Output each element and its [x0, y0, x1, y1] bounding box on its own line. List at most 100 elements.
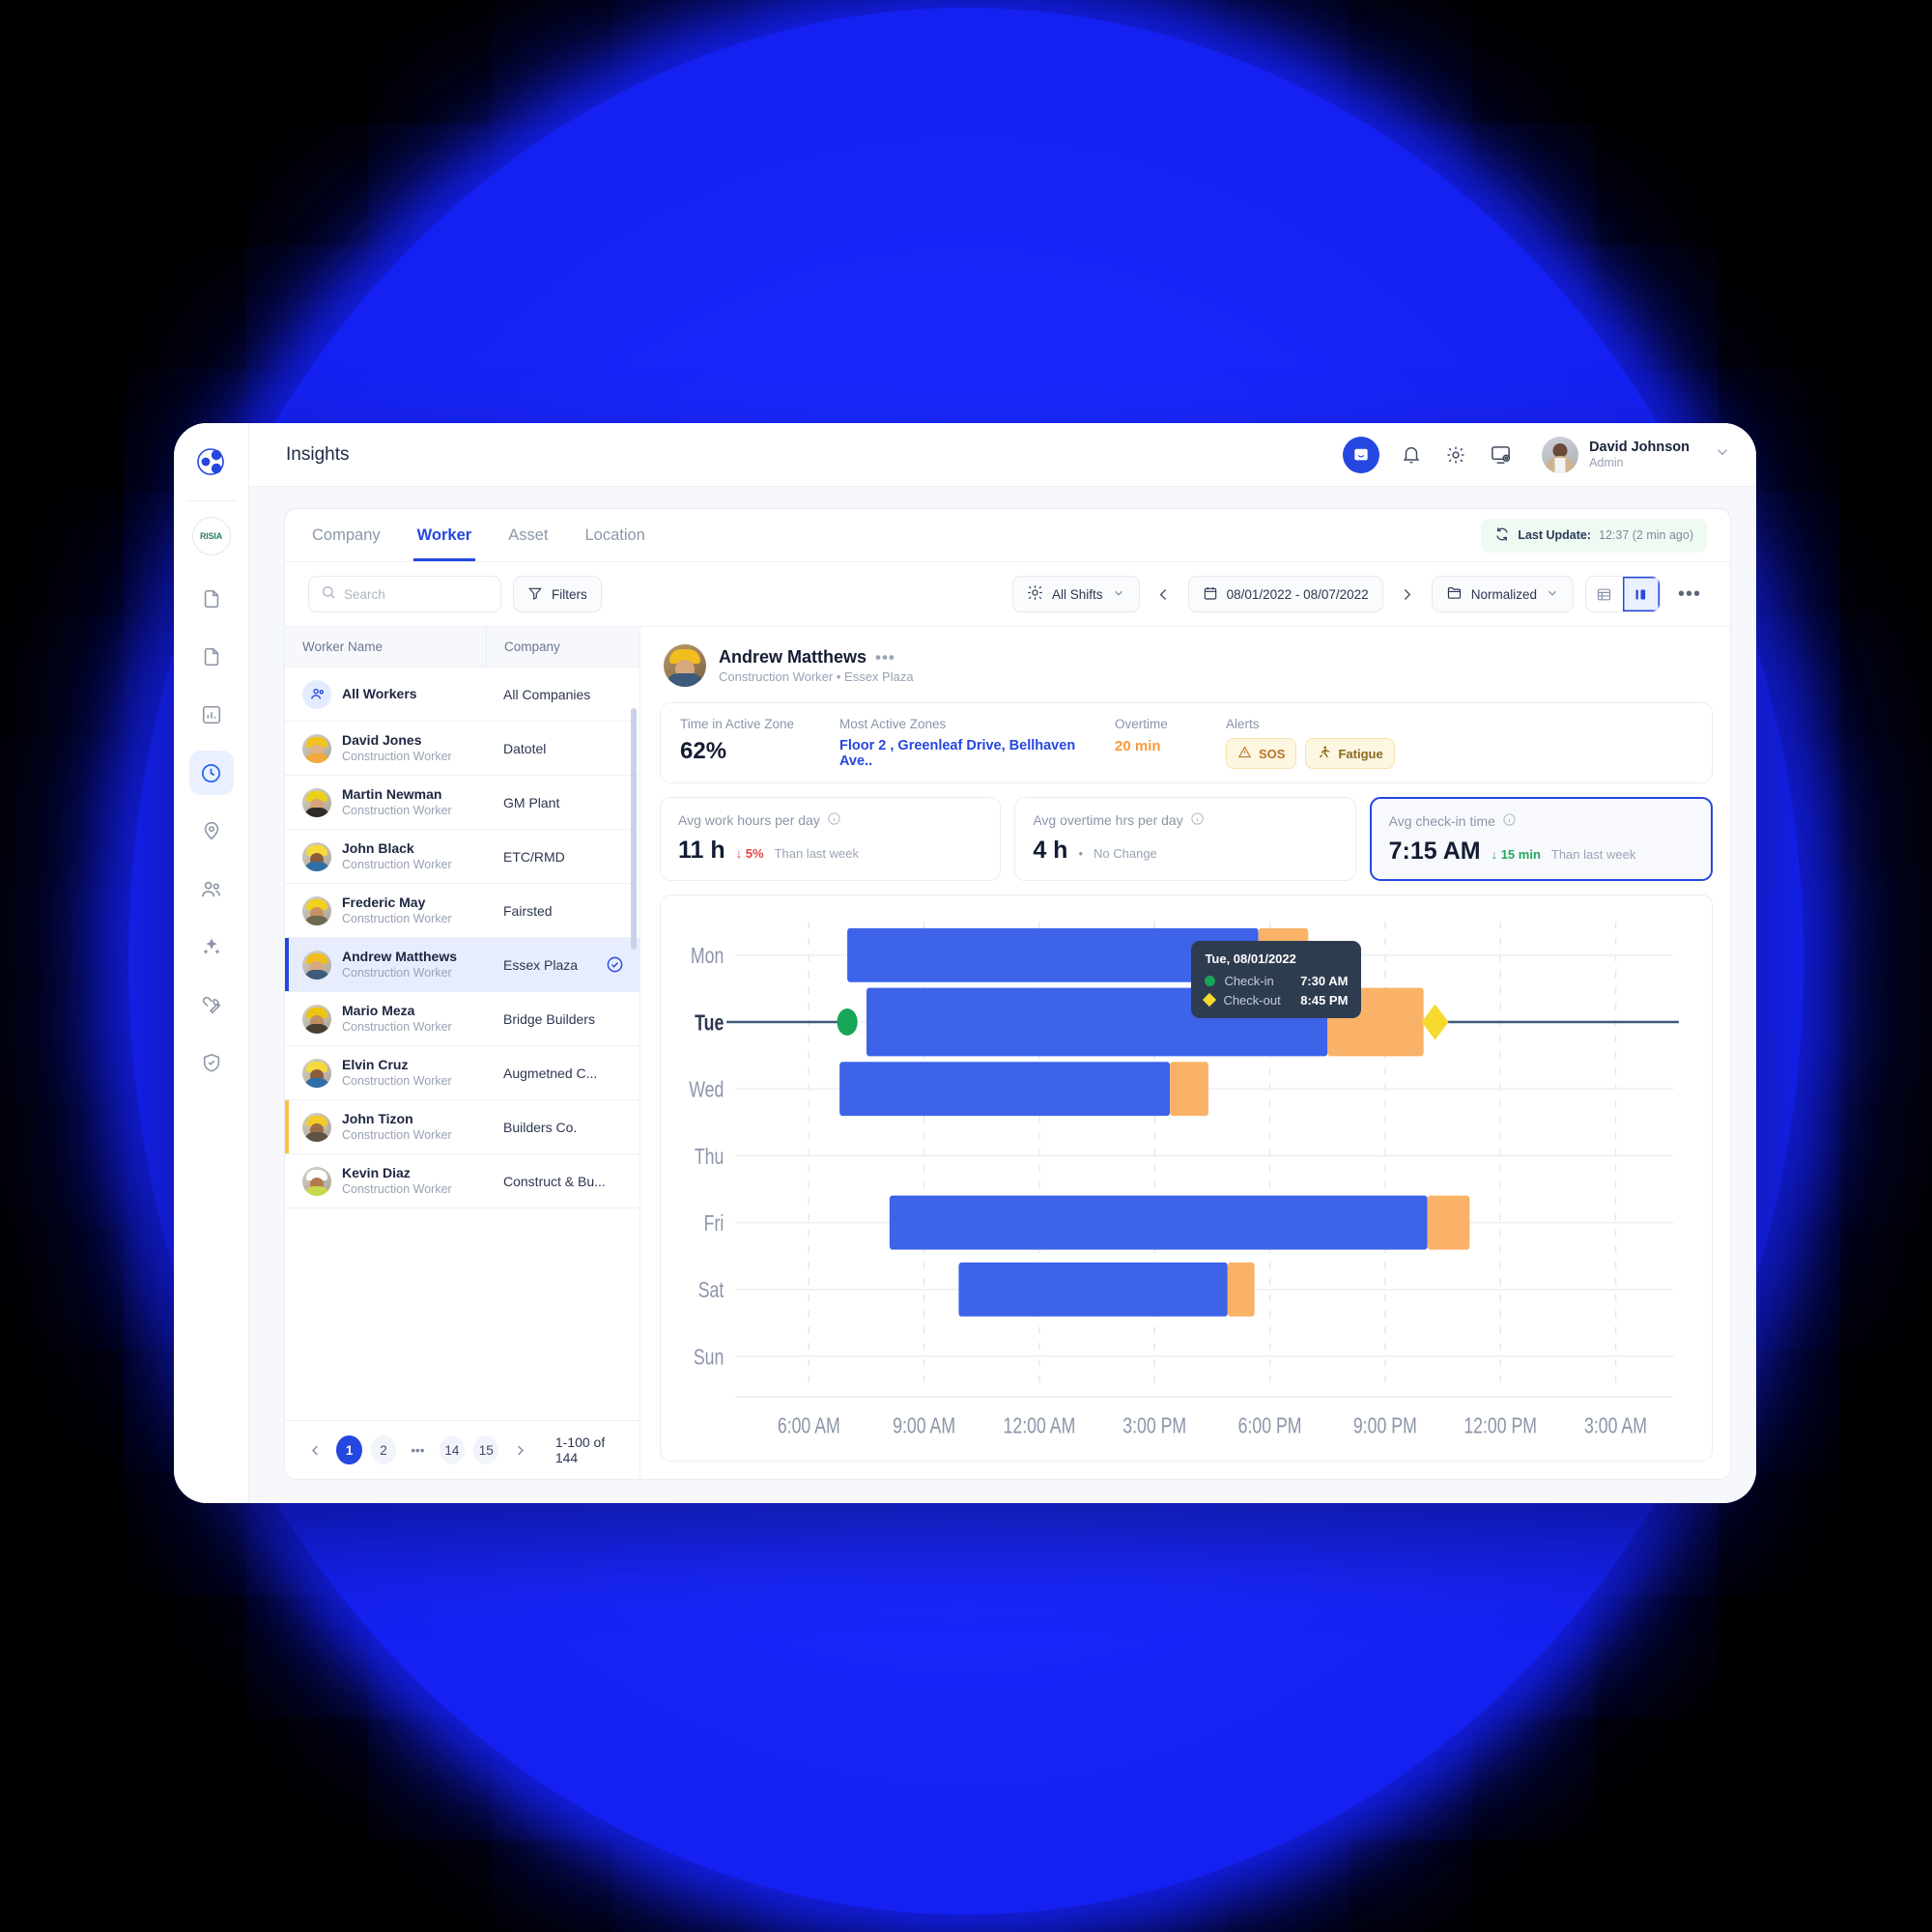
- insights-card: Company Worker Asset Location Last Updat…: [284, 508, 1731, 1480]
- shift-selector[interactable]: All Shifts: [1012, 576, 1140, 612]
- running-person-icon: [1317, 745, 1331, 762]
- column-view-icon[interactable]: [1622, 577, 1660, 611]
- info-icon[interactable]: [1502, 812, 1517, 830]
- stat-label: Overtime: [1115, 717, 1168, 731]
- list-item[interactable]: John Tizon Construction Worker Builders …: [285, 1100, 639, 1154]
- info-icon[interactable]: [827, 811, 841, 829]
- svg-text:6:00 AM: 6:00 AM: [778, 1413, 840, 1438]
- sidebar-item-safety[interactable]: [189, 1040, 234, 1085]
- check-circle-icon[interactable]: [606, 955, 624, 974]
- column-header-company[interactable]: Company: [486, 627, 639, 667]
- chart-tooltip: Tue, 08/01/2022 Check-in 7:30 AM Check-o…: [1191, 940, 1362, 1018]
- chevron-down-icon[interactable]: [1714, 443, 1731, 466]
- svg-text:Wed: Wed: [689, 1077, 724, 1102]
- detail-header: Andrew Matthews ••• Construction Worker …: [660, 642, 1713, 689]
- molecule-logo-icon[interactable]: [190, 440, 233, 483]
- pagination-page-2[interactable]: 2: [370, 1435, 397, 1464]
- sidebar-rail: RISIA: [174, 423, 249, 1503]
- view-mode-selector[interactable]: Normalized: [1431, 576, 1574, 612]
- list-item-selected[interactable]: Andrew Matthews Construction Worker Esse…: [285, 938, 639, 992]
- worker-role: Construction Worker: [342, 966, 452, 980]
- next-period-button[interactable]: [1395, 586, 1420, 603]
- user-menu[interactable]: David Johnson Admin: [1542, 436, 1731, 473]
- list-item[interactable]: Mario Meza Construction Worker Bridge Bu…: [285, 992, 639, 1046]
- view-toggle-group: [1584, 576, 1661, 612]
- content-split: Worker Name Company All Workers All Comp…: [285, 626, 1730, 1479]
- sidebar-item-locations[interactable]: [189, 809, 234, 853]
- filters-button[interactable]: Filters: [513, 576, 602, 612]
- column-header-worker-name[interactable]: Worker Name: [285, 627, 486, 667]
- sidebar-item-analytics[interactable]: [189, 693, 234, 737]
- date-range-picker[interactable]: 08/01/2022 - 08/07/2022: [1187, 576, 1383, 612]
- warning-triangle-icon: [1237, 745, 1252, 762]
- summary-stats: Time in Active Zone 62% Most Active Zone…: [660, 702, 1713, 783]
- pagination-prev[interactable]: [302, 1435, 327, 1464]
- info-icon[interactable]: [1190, 811, 1205, 829]
- chat-bubble-icon[interactable]: [1343, 436, 1380, 473]
- list-item[interactable]: All Workers All Companies: [285, 668, 639, 722]
- metric-card-avg-work-hours[interactable]: Avg work hours per day 11 h ↓ 5% Than la…: [660, 797, 1002, 881]
- table-view-icon[interactable]: [1586, 577, 1623, 611]
- pagination-page-15[interactable]: 15: [473, 1435, 499, 1464]
- worker-rows[interactable]: All Workers All Companies David Jones Co…: [285, 668, 639, 1420]
- stat-value-most-active-zones[interactable]: Floor 2 , Greenleaf Drive, Bellhaven Ave…: [839, 738, 1086, 769]
- sidebar-item-assets[interactable]: [189, 924, 234, 969]
- shift-label: All Shifts: [1052, 586, 1103, 602]
- screen-settings-icon[interactable]: [1488, 442, 1513, 468]
- pagination-ellipsis: •••: [411, 1442, 425, 1458]
- list-scrollbar[interactable]: [631, 708, 637, 950]
- bell-icon[interactable]: [1399, 442, 1424, 468]
- svg-text:Sat: Sat: [698, 1278, 724, 1303]
- company-name: Essex Plaza: [503, 956, 579, 973]
- search-box[interactable]: [308, 576, 501, 612]
- tab-asset[interactable]: Asset: [504, 509, 552, 561]
- tooltip-value: 8:45 PM: [1300, 992, 1349, 1008]
- worker-name: Mario Meza: [342, 1003, 415, 1019]
- metric-cards: Avg work hours per day 11 h ↓ 5% Than la…: [660, 797, 1713, 881]
- pagination-summary: 1-100 of 144: [554, 1435, 606, 1465]
- more-options-button[interactable]: •••: [1672, 584, 1707, 604]
- sidebar-item-workers[interactable]: [189, 867, 234, 911]
- gear-icon[interactable]: [1443, 442, 1468, 468]
- metric-card-avg-checkin[interactable]: Avg check-in time 7:15 AM ↓ 15 min Than …: [1369, 797, 1713, 881]
- search-icon: [321, 584, 336, 605]
- tab-company[interactable]: Company: [308, 509, 384, 561]
- list-item[interactable]: Frederic May Construction Worker Fairste…: [285, 884, 639, 938]
- svg-text:Fri: Fri: [704, 1211, 724, 1236]
- list-item[interactable]: Kevin Diaz Construction Worker Construct…: [285, 1154, 639, 1208]
- date-range-value: 08/01/2022 - 08/07/2022: [1226, 586, 1369, 602]
- tab-worker[interactable]: Worker: [412, 509, 476, 561]
- more-horizontal-icon[interactable]: •••: [875, 649, 895, 666]
- pagination-page-1[interactable]: 1: [336, 1435, 362, 1464]
- alert-label: SOS: [1259, 746, 1286, 761]
- sidebar-item-maintenance[interactable]: [189, 982, 234, 1027]
- tab-location[interactable]: Location: [581, 509, 648, 561]
- company-name: Fairsted: [503, 902, 553, 919]
- list-item[interactable]: Elvin Cruz Construction Worker Augmetned…: [285, 1046, 639, 1100]
- list-item[interactable]: Martin Newman Construction Worker GM Pla…: [285, 776, 639, 830]
- sun-icon: [1027, 584, 1043, 604]
- pagination-next[interactable]: [507, 1435, 532, 1464]
- last-update-value: 12:37 (2 min ago): [1599, 528, 1693, 542]
- list-item[interactable]: David Jones Construction Worker Datotel: [285, 722, 639, 776]
- avatar: [302, 1004, 331, 1034]
- sidebar-item-reports[interactable]: [189, 635, 234, 679]
- prev-period-button[interactable]: [1151, 586, 1177, 603]
- list-item[interactable]: John Black Construction Worker ETC/RMD: [285, 830, 639, 884]
- metric-card-avg-overtime[interactable]: Avg overtime hrs per day 4 h • No Change: [1014, 797, 1356, 881]
- tenant-badge[interactable]: RISIA: [191, 517, 231, 555]
- pagination-page-14[interactable]: 14: [439, 1435, 466, 1464]
- sidebar-item-documents[interactable]: [189, 577, 234, 621]
- alerts-label: Alerts: [1226, 717, 1260, 731]
- alert-chip-fatigue[interactable]: Fatigue: [1305, 738, 1395, 769]
- chevron-down-icon: [1112, 586, 1125, 603]
- chart-marker-check-in: [837, 1009, 858, 1036]
- user-role: Admin: [1589, 455, 1624, 469]
- avatar: [302, 1058, 331, 1088]
- sidebar-item-insights[interactable]: [188, 751, 234, 795]
- chart-plot-area[interactable]: Mon Tue Wed Thu Fri Sat Sun 6:00 AM 9:00 AM 12:00…: [680, 911, 1692, 1451]
- company-name: Augmetned C...: [503, 1065, 598, 1081]
- alert-chip-sos[interactable]: SOS: [1226, 738, 1297, 769]
- search-input[interactable]: [344, 586, 489, 602]
- toolbar: Filters All Shifts: [285, 562, 1730, 626]
